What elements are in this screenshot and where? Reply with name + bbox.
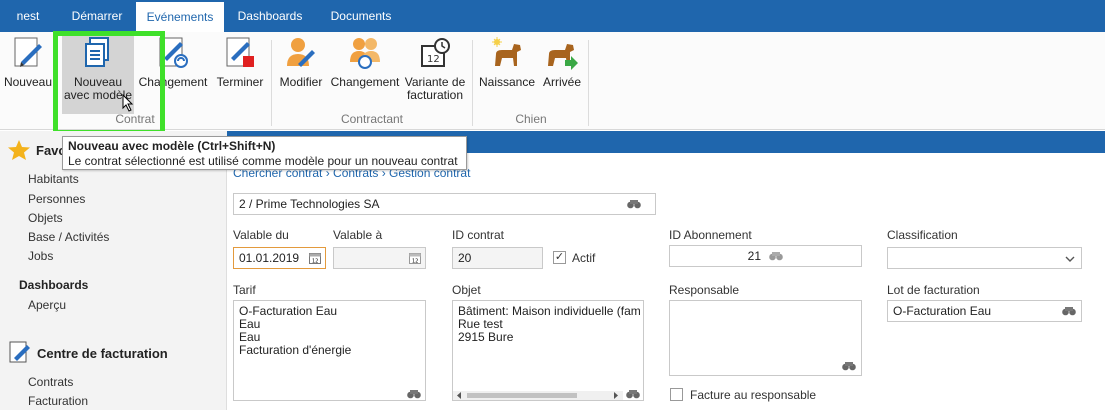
id-abonnement-field[interactable]: 21 (669, 245, 862, 267)
calendar-icon[interactable]: 12 (309, 252, 321, 264)
arrivee-button[interactable]: Arrivée (538, 36, 586, 89)
billing-center-title[interactable]: Centre de facturation (37, 346, 168, 361)
copy-document-icon (85, 37, 109, 67)
tab-nest[interactable]: nest (8, 0, 48, 32)
star-icon (8, 140, 30, 160)
svg-text:12: 12 (427, 54, 440, 65)
scroll-right-icon[interactable] (613, 392, 619, 399)
binoculars-icon[interactable] (842, 361, 856, 371)
chevron-down-icon[interactable] (1065, 256, 1075, 262)
lot-facturation-label: Lot de facturation (887, 283, 980, 297)
id-abonnement-label: ID Abonnement (669, 228, 752, 242)
tab-demarrer[interactable]: Démarrer (58, 0, 136, 32)
binoculars-icon[interactable] (407, 389, 421, 399)
group-contractant-label: Contractant (340, 112, 404, 126)
sidebar-item-habitants[interactable]: Habitants (28, 172, 79, 186)
variante-facturation-button[interactable]: 12 Variante de facturation (402, 36, 468, 102)
ribbon-separator (588, 40, 589, 126)
calendar-clock-icon: 12 (421, 38, 450, 67)
responsable-label: Responsable (669, 283, 740, 297)
changement-contractant-button[interactable]: Changement (330, 36, 400, 89)
sidebar-item-apercu[interactable]: Aperçu (28, 298, 66, 312)
sidebar-item-objets[interactable]: Objets (28, 211, 63, 225)
edit-document-icon (14, 37, 42, 67)
sidebar-item-personnes[interactable]: Personnes (28, 192, 85, 206)
nouveau-label: Nouveau (3, 75, 53, 89)
binoculars-icon[interactable] (627, 199, 641, 209)
dog-arrival-icon (548, 44, 578, 70)
change-document-icon (159, 37, 188, 68)
tarif-list[interactable]: O-Facturation Eau Eau Eau Facturation d'… (233, 300, 426, 401)
objet-list[interactable]: Bâtiment: Maison individuelle (fam Rue t… (452, 300, 644, 401)
id-contrat-label: ID contrat (452, 228, 505, 242)
horizontal-scrollbar[interactable] (453, 391, 623, 400)
tarif-label: Tarif (233, 283, 256, 297)
tarif-item[interactable]: Eau (239, 318, 420, 331)
modifier-label: Modifier (279, 75, 323, 89)
classification-select[interactable] (887, 247, 1082, 269)
terminer-button[interactable]: Terminer (212, 36, 268, 89)
objet-label: Objet (452, 283, 481, 297)
binoculars-icon[interactable] (769, 251, 783, 261)
scroll-left-icon[interactable] (456, 392, 462, 399)
terminer-label: Terminer (216, 75, 264, 89)
tab-documents[interactable]: Documents (316, 0, 406, 32)
calendar-icon[interactable]: 12 (409, 252, 421, 264)
tooltip-title: Nouveau avec modèle (Ctrl+Shift+N) (68, 139, 276, 153)
menu-bar: nest Démarrer Evénements Dashboards Docu… (0, 0, 1105, 32)
stop-document-icon (226, 37, 254, 67)
dog-birth-icon (492, 37, 521, 66)
facture-responsable-checkbox[interactable] (670, 388, 683, 401)
svg-text:12: 12 (412, 259, 418, 265)
binoculars-icon[interactable] (626, 389, 640, 399)
sidebar-dashboards-heading: Dashboards (19, 278, 89, 292)
group-chien-label: Chien (515, 112, 547, 126)
client-field[interactable]: 2 / Prime Technologies SA (233, 193, 656, 215)
naissance-label: Naissance (478, 75, 536, 89)
facture-responsable-label: Facture au responsable (690, 388, 817, 402)
variante-label-2: facturation (406, 88, 464, 102)
tab-dashboards[interactable]: Dashboards (224, 0, 316, 32)
modifier-button[interactable]: Modifier (274, 36, 328, 89)
tab-evenements[interactable]: Evénements (136, 0, 224, 32)
nouveau-button[interactable]: Nouveau (0, 36, 56, 89)
changement-button[interactable]: Changement (138, 36, 208, 89)
tooltip: Nouveau avec modèle (Ctrl+Shift+N) Le co… (62, 136, 467, 170)
person-edit-icon (287, 38, 315, 67)
classification-label: Classification (887, 228, 958, 242)
sidebar-item-base-activites[interactable]: Base / Activités (28, 230, 109, 244)
sidebar-item-contrats[interactable]: Contrats (28, 375, 73, 389)
changement-contractant-label: Changement (330, 75, 400, 89)
billing-edit-icon (9, 341, 30, 363)
tooltip-text: Le contrat sélectionné est utilisé comme… (68, 154, 458, 168)
valable-a-label: Valable à (333, 228, 383, 242)
cursor-icon (122, 94, 134, 112)
lot-facturation-field[interactable]: O-Facturation Eau (887, 300, 1082, 322)
ribbon-separator (271, 40, 272, 126)
persons-change-icon (350, 38, 380, 69)
actif-checkbox[interactable]: ✓ (553, 251, 566, 264)
ribbon: Nouveau Nouveau avec modèle Changement T… (0, 32, 1105, 130)
actif-label: Actif (572, 251, 596, 265)
scrollbar-thumb[interactable] (467, 393, 577, 398)
nouveau-avec-modele-button[interactable]: Nouveau avec modèle (62, 34, 134, 114)
tarif-item[interactable]: Facturation d'énergie (239, 344, 420, 357)
binoculars-icon[interactable] (1062, 306, 1076, 316)
sidebar-item-facturation[interactable]: Facturation (28, 394, 88, 408)
sidebar-item-jobs[interactable]: Jobs (28, 249, 53, 263)
group-contrat-label: Contrat (115, 112, 155, 126)
changement-label: Changement (138, 75, 208, 89)
svg-text:12: 12 (312, 259, 318, 265)
ribbon-separator (472, 40, 473, 126)
id-contrat-field: 20 (452, 247, 543, 269)
valable-du-label: Valable du (233, 228, 289, 242)
responsable-field[interactable] (669, 300, 862, 376)
arrivee-label: Arrivée (542, 75, 581, 89)
naissance-button[interactable]: Naissance (476, 36, 538, 89)
tarif-item[interactable]: O-Facturation Eau (239, 305, 420, 318)
objet-line: 2915 Bure (458, 330, 514, 344)
